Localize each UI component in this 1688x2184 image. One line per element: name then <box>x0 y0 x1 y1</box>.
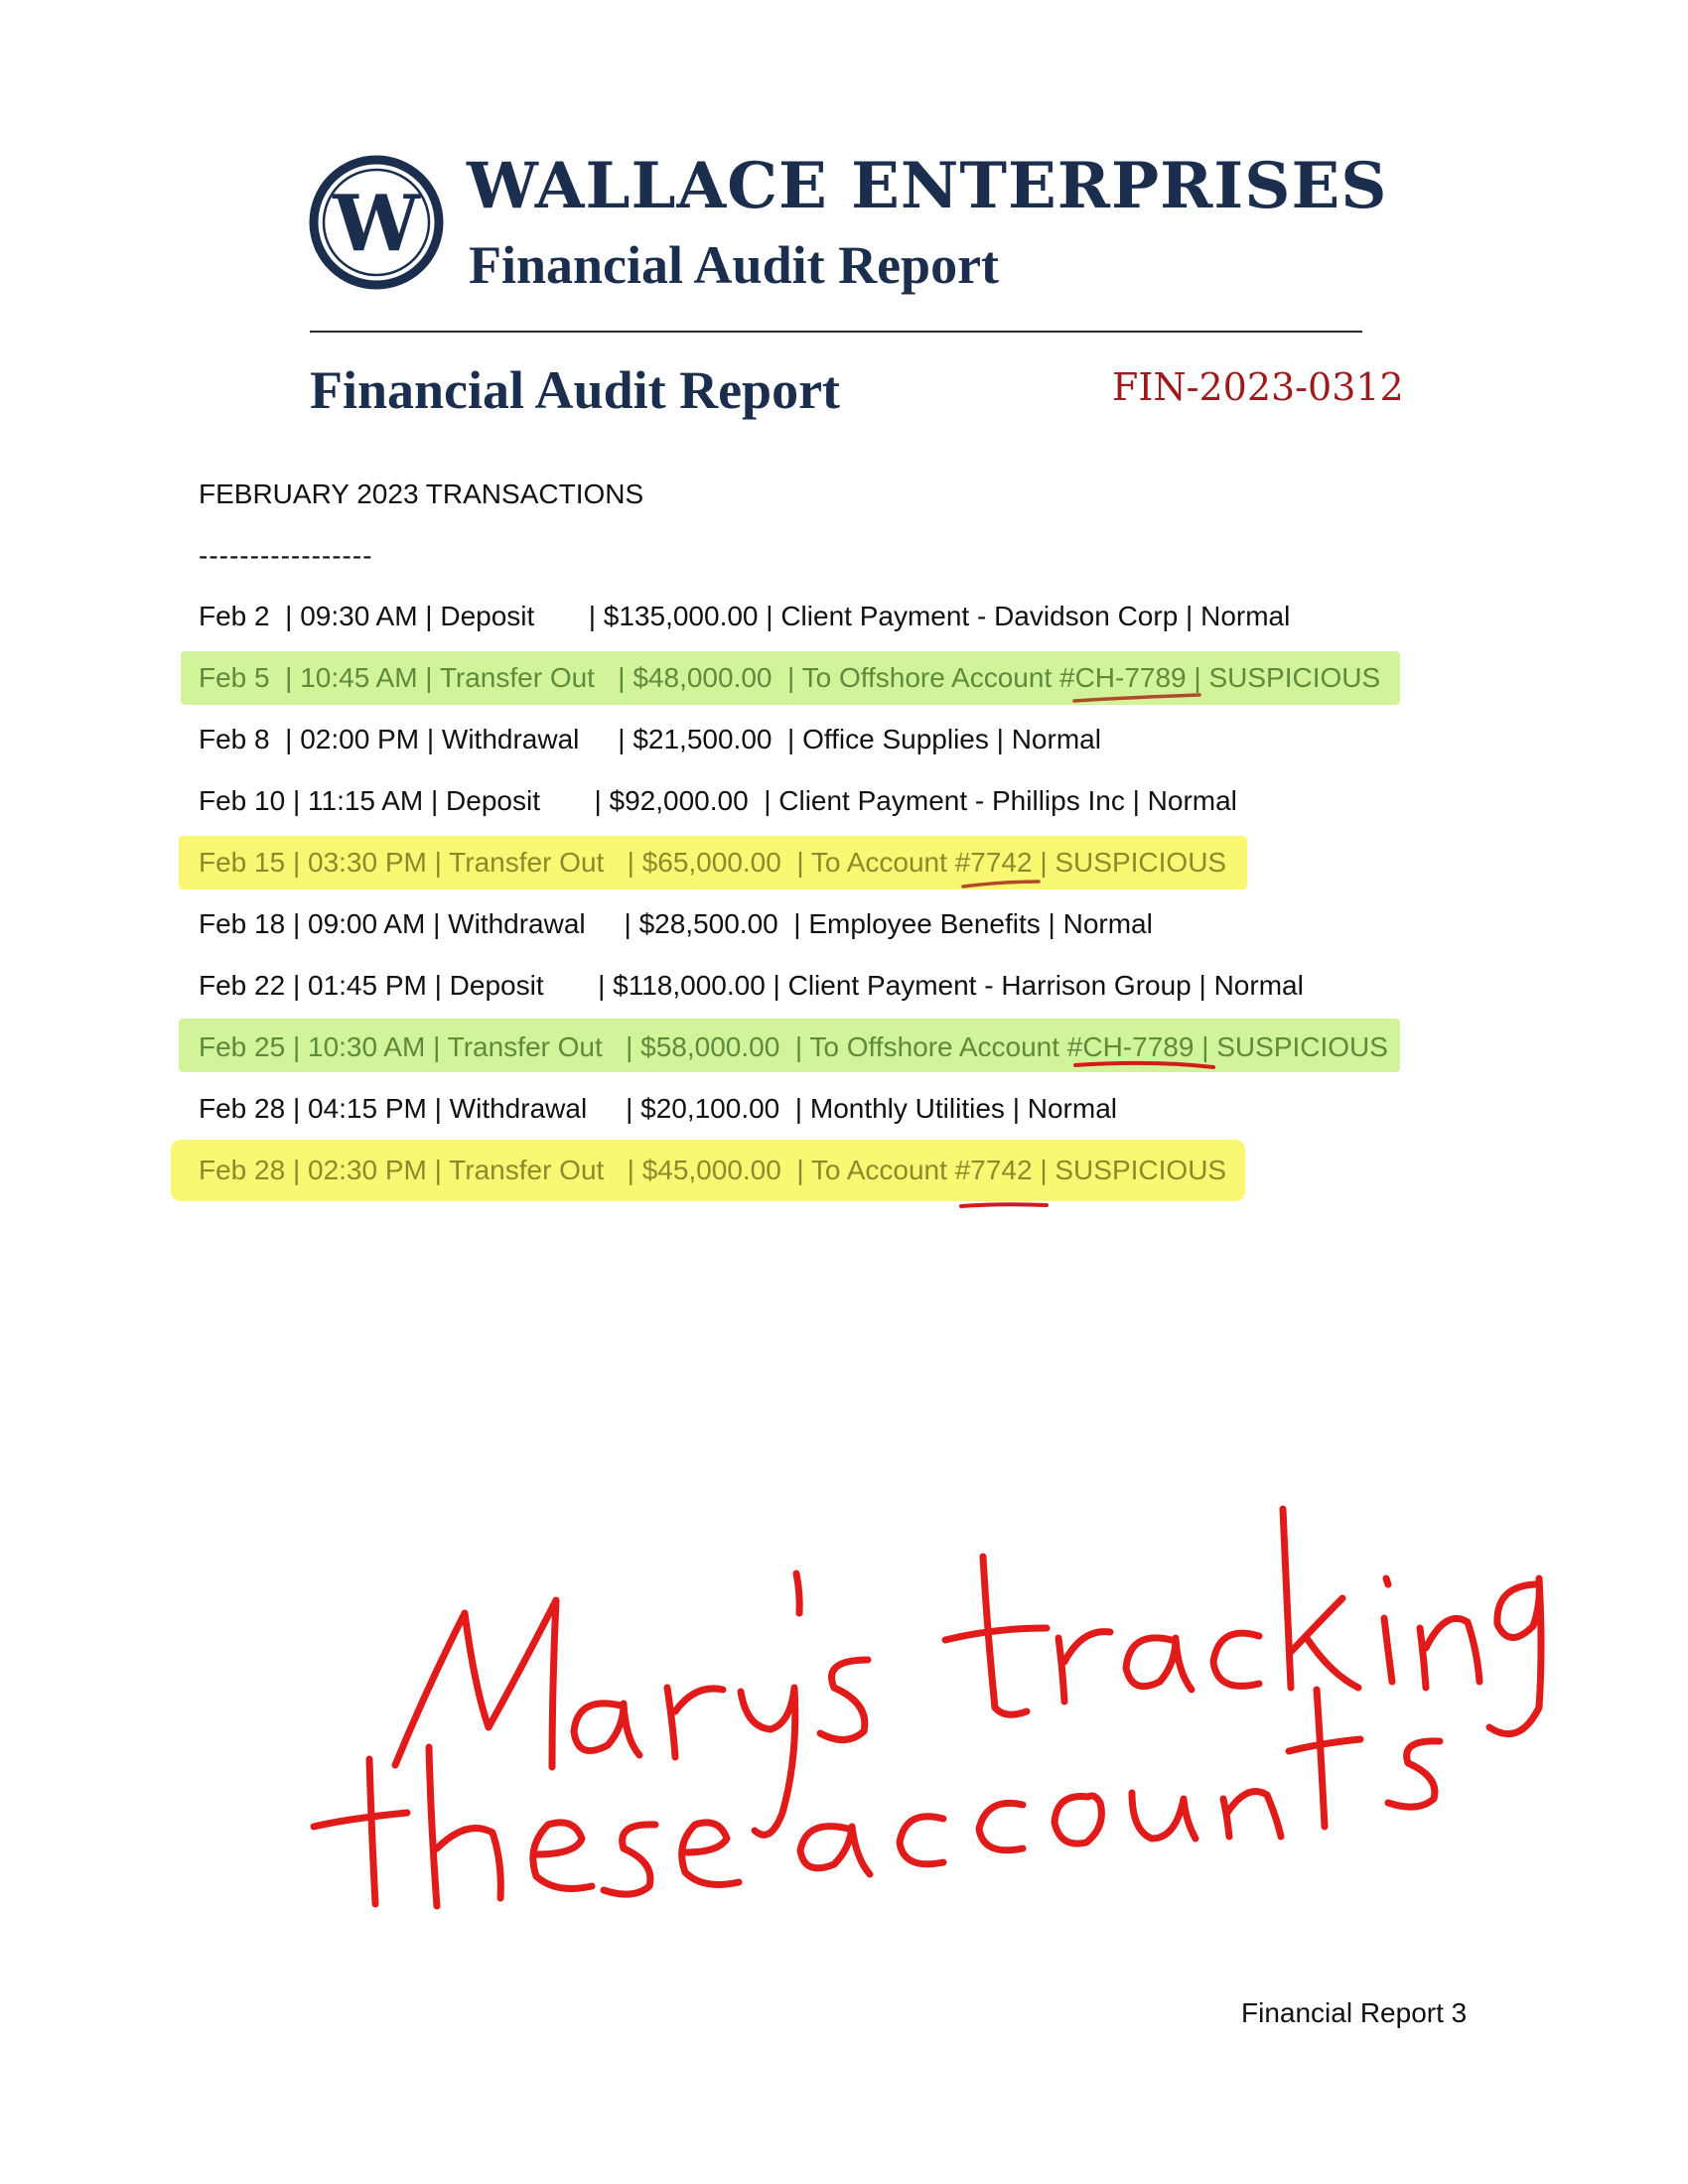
document-reference: FIN-2023-0312 <box>1112 365 1404 409</box>
document-title: Financial Audit Report <box>310 360 841 420</box>
logo-letter: W <box>332 179 421 269</box>
header-divider <box>310 331 1362 333</box>
document-page: W WALLACE ENTERPRISES Financial Audit Re… <box>0 0 1688 2184</box>
transaction-row: Feb 10 | 11:15 AM | Deposit | $92,000.00… <box>199 785 1237 816</box>
transaction-row: Feb 18 | 09:00 AM | Withdrawal | $28,500… <box>199 908 1153 939</box>
section-heading: FEBRUARY 2023 TRANSACTIONS <box>199 478 644 509</box>
handwritten-note <box>310 1505 1545 1910</box>
transaction-row: Feb 15 | 03:30 PM | Transfer Out | $65,0… <box>199 847 1227 878</box>
transaction-row: Feb 25 | 10:30 AM | Transfer Out | $58,0… <box>199 1031 1388 1062</box>
transaction-row: Feb 2 | 09:30 AM | Deposit | $135,000.00… <box>199 601 1291 631</box>
letterhead-subtitle: Financial Audit Report <box>469 235 1000 295</box>
company-logo: W <box>309 155 444 290</box>
transaction-row: Feb 28 | 04:15 PM | Withdrawal | $20,100… <box>199 1093 1117 1124</box>
transaction-row: Feb 5 | 10:45 AM | Transfer Out | $48,00… <box>199 662 1381 693</box>
underline-stroke <box>959 1202 1049 1208</box>
transaction-row: Feb 22 | 01:45 PM | Deposit | $118,000.0… <box>199 970 1304 1001</box>
transaction-row: Feb 8 | 02:00 PM | Withdrawal | $21,500.… <box>199 724 1101 754</box>
section-separator: ----------------- <box>199 540 373 571</box>
company-name: WALLACE ENTERPRISES <box>467 149 1388 223</box>
transaction-row: Feb 28 | 02:30 PM | Transfer Out | $45,0… <box>199 1155 1227 1185</box>
page-footer: Financial Report 3 <box>1241 1997 1468 2028</box>
